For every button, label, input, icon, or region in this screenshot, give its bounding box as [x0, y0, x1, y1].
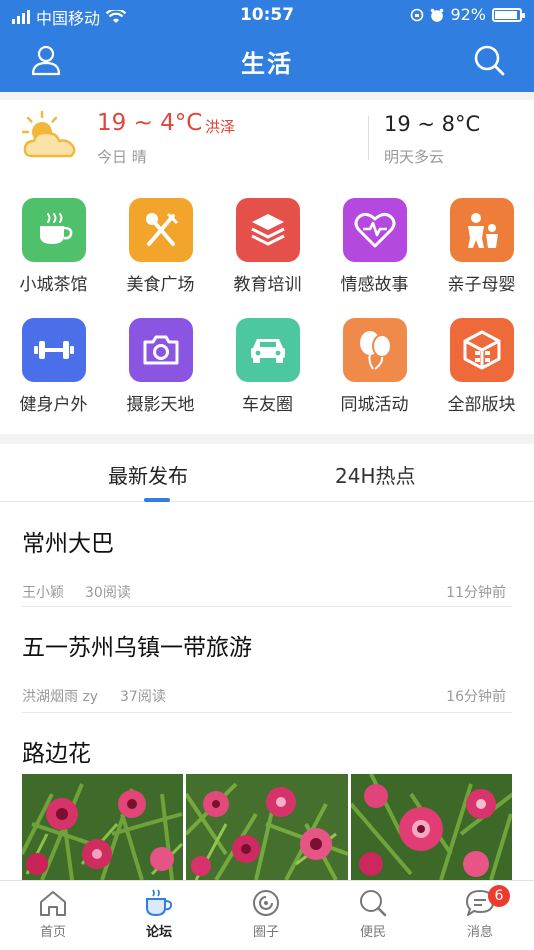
category-photography[interactable]: 摄影天地 — [107, 318, 214, 415]
tab-label: 便民 — [359, 925, 386, 940]
category-parenting[interactable]: 亲子母婴 — [428, 198, 534, 295]
category-local-events[interactable]: 同城活动 — [321, 318, 428, 415]
tab-label: 圈子 — [252, 925, 279, 940]
category-label: 情感故事 — [340, 275, 409, 295]
tab-latest[interactable]: 最新发布 — [108, 460, 188, 489]
category-label: 摄影天地 — [126, 395, 195, 415]
category-label: 全部版块 — [447, 395, 516, 415]
today-temperature: 19 ~ 4°C — [97, 110, 203, 136]
post-meta: 王小颖 30阅读 11分钟前 — [22, 582, 512, 601]
post-item[interactable]: 路边花 — [22, 734, 512, 768]
alarm-icon — [431, 8, 444, 22]
battery-percent: 92% — [450, 5, 486, 24]
flower-photo[interactable] — [22, 774, 184, 880]
coffee-cup-icon — [146, 889, 173, 917]
weather-divider — [368, 116, 369, 160]
category-label: 教育培训 — [233, 275, 302, 295]
category-label: 同城活动 — [340, 395, 409, 415]
post-divider — [22, 712, 512, 713]
tomorrow-weather: 明天多云 — [384, 148, 445, 166]
category-education[interactable]: 教育培训 — [214, 198, 321, 295]
category-label: 小城茶馆 — [19, 275, 88, 295]
category-all-boards[interactable]: 全部版块 — [428, 318, 534, 415]
category-food[interactable]: 美食广场 — [107, 198, 214, 295]
flower-photo[interactable] — [350, 774, 512, 880]
post-photos — [22, 774, 512, 880]
camera-icon — [128, 318, 193, 382]
category-emotion[interactable]: 情感故事 — [321, 198, 428, 295]
home-icon — [40, 891, 66, 916]
post-author: 王小颖 — [22, 585, 64, 601]
balloons-icon — [342, 318, 407, 382]
post-title: 常州大巴 — [22, 531, 114, 557]
cube-icon — [449, 318, 514, 382]
nav-bar: 生活 — [0, 30, 534, 92]
page-title: 生活 — [241, 50, 293, 78]
post-item[interactable]: 五一苏州乌镇一带旅游 洪湖烟雨 zy 37阅读 16分钟前 — [22, 628, 512, 705]
search-icon[interactable] — [472, 43, 506, 77]
post-title: 路边花 — [22, 741, 91, 767]
post-reads: 30阅读 — [85, 585, 131, 601]
post-item[interactable]: 常州大巴 王小颖 30阅读 11分钟前 — [22, 524, 512, 601]
category-label: 健身户外 — [19, 395, 88, 415]
today-weather: 今日 晴 — [97, 148, 147, 166]
heart-pulse-icon — [342, 198, 407, 262]
post-time: 11分钟前 — [446, 585, 506, 601]
flower-photo[interactable] — [186, 774, 348, 880]
tab-label: 首页 — [39, 925, 66, 940]
tab-hot-24h[interactable]: 24H热点 — [335, 460, 416, 489]
feed-tabs: 最新发布 24H热点 — [0, 446, 534, 502]
tomorrow-temperature: 19 ~ 8°C — [384, 112, 481, 136]
sunny-cloudy-icon — [22, 110, 76, 158]
rotation-lock-icon — [411, 8, 424, 21]
bottom-tab-bar: 首页 论坛 圈子 便民 消息 6 — [0, 880, 534, 950]
category-car-club[interactable]: 车友圈 — [214, 318, 321, 415]
header-bar: 中国移动 10:57 92% 生活 — [0, 0, 534, 92]
category-label: 美食广场 — [126, 275, 195, 295]
location-label[interactable]: 洪泽 — [205, 116, 235, 137]
weather-panel[interactable]: 19 ~ 4°C 洪泽 今日 晴 19 ~ 8°C 明天多云 — [0, 100, 534, 178]
active-tab-indicator — [144, 498, 170, 502]
tab-label: 消息 — [466, 925, 493, 940]
circle-icon — [253, 890, 279, 916]
tab-label: 论坛 — [145, 925, 172, 940]
battery-icon — [492, 7, 525, 22]
dumbbell-icon — [21, 318, 86, 382]
post-time: 16分钟前 — [446, 689, 506, 705]
teacup-icon — [21, 198, 86, 262]
status-bar: 中国移动 10:57 92% — [0, 0, 534, 30]
post-divider — [22, 606, 512, 607]
divider — [0, 92, 534, 100]
fork-knife-icon — [128, 198, 193, 262]
category-teahouse[interactable]: 小城茶馆 — [0, 198, 107, 295]
post-meta: 洪湖烟雨 zy 37阅读 16分钟前 — [22, 686, 512, 705]
post-title: 五一苏州乌镇一带旅游 — [22, 635, 252, 661]
layers-icon — [235, 198, 300, 262]
section-divider — [0, 434, 534, 444]
tab-convenience[interactable]: 便民 — [333, 889, 413, 940]
category-label: 车友圈 — [242, 395, 293, 415]
tab-messages[interactable]: 消息 6 — [440, 885, 520, 940]
post-reads: 37阅读 — [120, 689, 166, 705]
parent-child-icon — [449, 198, 514, 262]
car-icon — [235, 318, 300, 382]
tab-circle[interactable]: 圈子 — [226, 889, 306, 940]
message-count-badge: 6 — [488, 885, 510, 907]
category-label: 亲子母婴 — [447, 275, 516, 295]
tab-forum[interactable]: 论坛 — [119, 889, 199, 940]
magnifier-icon — [360, 890, 387, 917]
tab-home[interactable]: 首页 — [13, 889, 93, 940]
category-fitness[interactable]: 健身户外 — [0, 318, 107, 415]
post-author: 洪湖烟雨 zy — [22, 689, 99, 705]
